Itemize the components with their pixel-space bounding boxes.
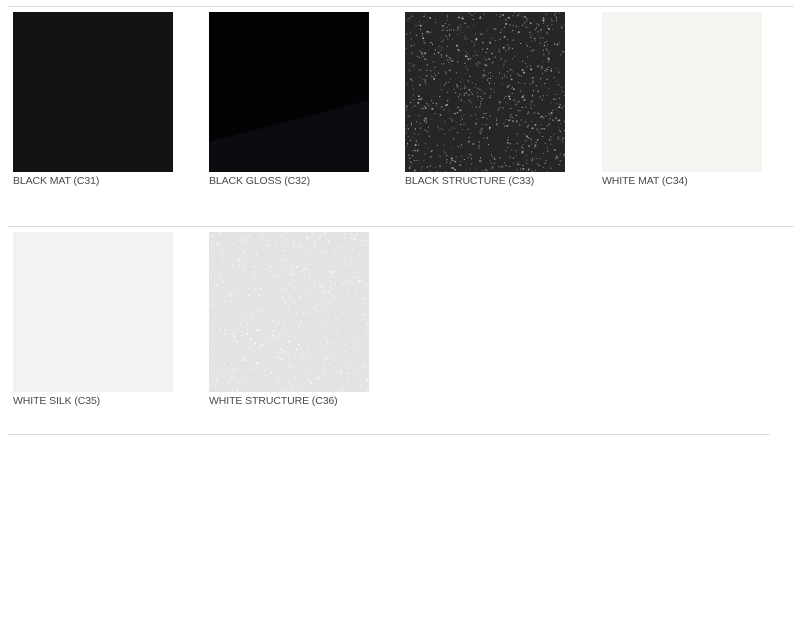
swatch-black-gloss[interactable]: BLACK GLOSS (C32) bbox=[209, 12, 369, 187]
swatch-image[interactable] bbox=[602, 12, 762, 172]
swatch-image[interactable] bbox=[13, 12, 173, 172]
swatch-white-mat[interactable]: WHITE MAT (C34) bbox=[602, 12, 762, 187]
swatch-label: BLACK MAT (C31) bbox=[13, 175, 100, 187]
swatch-image[interactable] bbox=[209, 12, 369, 172]
swatch-image[interactable] bbox=[209, 232, 369, 392]
swatch-label: BLACK STRUCTURE (C33) bbox=[405, 175, 535, 187]
swatch-black-mat[interactable]: BLACK MAT (C31) bbox=[13, 12, 173, 187]
swatch-white-structure[interactable]: WHITE STRUCTURE (C36) bbox=[209, 232, 369, 407]
row-divider bbox=[8, 226, 794, 227]
structure-texture bbox=[209, 232, 369, 392]
top-divider bbox=[8, 6, 794, 7]
swatch-label: WHITE MAT (C34) bbox=[602, 175, 688, 187]
swatch-label: WHITE STRUCTURE (C36) bbox=[209, 395, 338, 407]
swatch-black-structure[interactable]: BLACK STRUCTURE (C33) bbox=[405, 12, 565, 187]
swatch-image[interactable] bbox=[405, 12, 565, 172]
structure-texture bbox=[405, 12, 565, 172]
color-swatch-gallery: BLACK MAT (C31) BLACK GLOSS (C32) BLACK … bbox=[0, 0, 811, 628]
swatch-label: BLACK GLOSS (C32) bbox=[209, 175, 311, 187]
swatch-white-silk[interactable]: WHITE SILK (C35) bbox=[13, 232, 173, 407]
swatch-label: WHITE SILK (C35) bbox=[13, 395, 101, 407]
swatch-image[interactable] bbox=[13, 232, 173, 392]
gloss-reflection bbox=[209, 100, 369, 172]
bottom-divider bbox=[8, 434, 770, 435]
